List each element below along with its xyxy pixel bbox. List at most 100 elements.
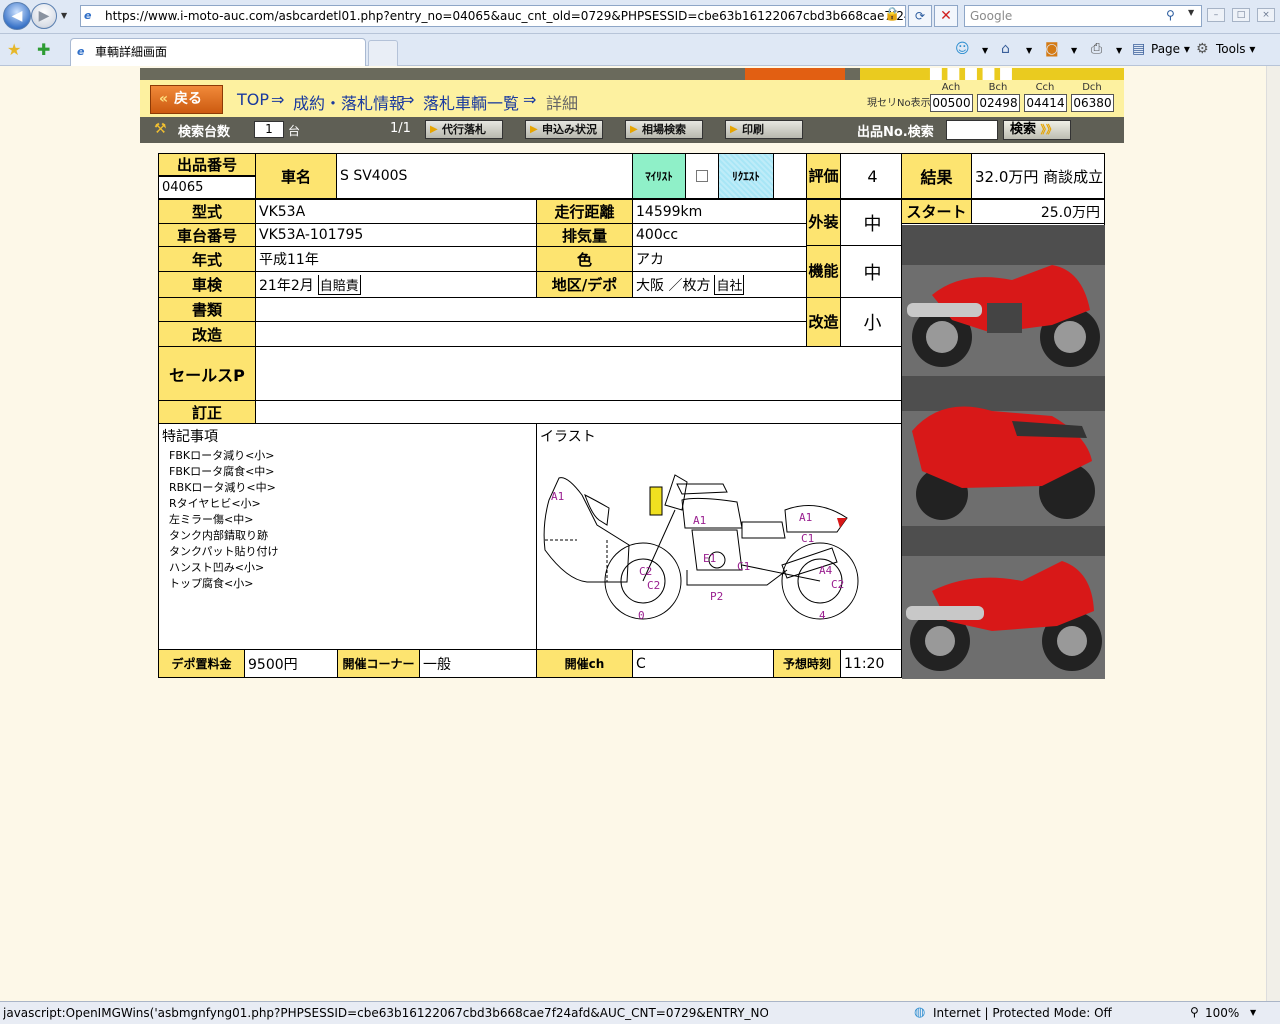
breadcrumb-won-list[interactable]: 落札車輌一覧 [423, 90, 519, 114]
tab-vehicle-detail[interactable]: e 車輌詳細画面 [70, 38, 366, 66]
browser-forward-button[interactable]: ▶ [31, 3, 57, 29]
rss-dropdown-icon[interactable]: ▼ [1071, 46, 1077, 55]
new-tab-button[interactable] [368, 40, 398, 66]
search-dropdown-icon[interactable]: ▼ [1188, 8, 1194, 17]
navigation-bar: «戻る TOP ⇒ 成約・落札情報 ⇒ 落札車輌一覧 ⇒ 詳細 現セリNo表示 … [140, 80, 1124, 117]
breadcrumb-contract-info[interactable]: 成約・落札情報 [293, 90, 405, 114]
function-value: 中 [840, 245, 902, 298]
security-zone[interactable]: Internet | Protected Mode: Off [933, 1006, 1112, 1020]
rear-wheel-number: 4 [819, 609, 826, 622]
inspection-label: 車検 [158, 271, 256, 298]
zoom-dropdown-icon[interactable]: ▼ [1250, 1008, 1256, 1017]
sales-point-label: セールスP [158, 346, 256, 401]
name-label: 車名 [255, 153, 337, 199]
vertical-scrollbar[interactable] [1266, 66, 1280, 1001]
docs-label: 書類 [158, 297, 256, 322]
maximize-icon[interactable]: □ [1232, 8, 1250, 22]
remark-item: トップ腐食<小> [169, 577, 254, 590]
status-text: javascript:OpenIMGWins('asbmgnfyng01.php… [3, 1006, 768, 1020]
home-icon[interactable]: ⌂ [1001, 41, 1010, 57]
search-count-unit: 台 [288, 124, 301, 138]
mylist-checkbox[interactable] [696, 170, 708, 182]
request-label[interactable]: ﾘｸｴｽﾄ [718, 153, 774, 199]
triangle-icon: ▶ [630, 124, 638, 135]
search-count-value: 1 [254, 121, 284, 138]
region-value: 大阪 ／枚方 自社 [632, 271, 807, 298]
ie-tab-icon: e [77, 45, 85, 58]
mileage-label: 走行距離 [536, 199, 633, 224]
proxy-bid-button[interactable]: ▶ 代行落札 [425, 120, 503, 139]
remark-item: Rタイヤヒビ<小> [169, 497, 261, 510]
refresh-button[interactable]: ⟳ [908, 5, 932, 27]
modified-rating-label: 改造 [806, 297, 841, 347]
page-icon[interactable]: ▤ [1132, 41, 1145, 57]
stop-button[interactable]: ✕ [934, 5, 958, 27]
hammer-icon: ⚒ [154, 121, 167, 137]
search-icon[interactable]: ⚲ [1166, 8, 1175, 22]
region-label: 地区/デポ [536, 271, 633, 298]
modified-rating-value: 小 [840, 297, 902, 347]
zoom-level[interactable]: 100% [1205, 1006, 1239, 1020]
print-dropdown-icon[interactable]: ▼ [1116, 46, 1122, 55]
back-button[interactable]: «戻る [150, 85, 223, 114]
home-dropdown-icon[interactable]: ▼ [1026, 46, 1032, 55]
damage-mark-a1-front: A1 [551, 490, 564, 503]
favorites-star-icon[interactable]: ★ [7, 40, 21, 59]
frame-label: 車台番号 [158, 223, 256, 247]
exterior-value: 中 [840, 199, 902, 246]
mileage-value: 14599km [632, 199, 807, 224]
current-no-label: 現セリNo表示 [867, 98, 931, 109]
entry-no-search-label: 出品No.検索 [857, 125, 934, 140]
history-dropdown-icon[interactable]: ▼ [61, 11, 67, 20]
damage-mark-a4-muffler: A4 [819, 564, 833, 577]
bike-damage-diagram: A1 A1 A1 C1 E1 C1 A4 C2 C2 C2 P2 0 4 [543, 474, 859, 622]
handlebar [676, 483, 728, 495]
swingarm [741, 564, 821, 582]
entry-no-value: 04065 [158, 176, 256, 199]
entry-search-button[interactable]: 検索 》》 [1003, 120, 1071, 140]
front-fork-top [664, 474, 688, 511]
color-value: アカ [632, 246, 807, 272]
rss-icon[interactable]: ◙ [1045, 41, 1059, 57]
vehicle-detail-table: 出品番号 04065 車名 S SV400S ﾏｲﾘｽﾄ ﾘｸｴｽﾄ 評価 4 … [158, 153, 1105, 679]
remark-item: RBKロータ減り<中> [169, 481, 276, 494]
print-button[interactable]: ▶ 印刷 [725, 120, 803, 139]
vehicle-photo-1[interactable] [902, 225, 1105, 376]
entry-no-label: 出品番号 [158, 153, 256, 176]
breadcrumb-top[interactable]: TOP [237, 90, 269, 109]
tools-menu[interactable]: Tools ▾ [1216, 42, 1255, 56]
print-icon[interactable]: ⎙ [1091, 41, 1102, 57]
ch-b-value: 02498 [977, 94, 1020, 112]
market-search-button[interactable]: ▶ 相場検索 [625, 120, 703, 139]
double-chevron-left-icon: « [159, 91, 169, 107]
feeds-icon[interactable]: ☺ [955, 41, 970, 57]
banner-title-graphic: ▇▇▇▇▇ [930, 68, 1018, 80]
remarks-list: FBKロータ減り<小> FBKロータ腐食<中> RBKロータ減り<中> Rタイヤヒビ<… [159, 448, 536, 592]
ch-c-label: Cch [1035, 82, 1055, 93]
add-favorites-icon[interactable]: ✚ [37, 40, 50, 59]
application-status-button[interactable]: ▶ 申込み状況 [525, 120, 603, 139]
browser-back-button[interactable]: ◀ [3, 2, 31, 30]
front-wheel-number: 0 [638, 609, 645, 622]
motorcycle-photo-right-side [902, 225, 1105, 376]
gear-icon[interactable]: ⚙ [1196, 41, 1209, 57]
vehicle-photo-2[interactable] [902, 376, 1105, 526]
ch-b-label: Bch [988, 82, 1008, 93]
vehicle-photo-3[interactable] [902, 526, 1105, 679]
damage-mark-c2-front: C2 [639, 565, 652, 578]
url-input[interactable]: e https://www.i-moto-auc.com/asbcardetl0… [80, 5, 906, 27]
close-icon[interactable]: × [1257, 8, 1275, 22]
triangle-icon: ▶ [530, 124, 538, 135]
page-menu[interactable]: Page ▾ [1151, 42, 1190, 56]
tab-title: 車輌詳細画面 [95, 45, 168, 59]
lock-icon[interactable]: 🔒 [884, 8, 900, 22]
entry-no-search-input[interactable] [946, 120, 998, 140]
mylist-label[interactable]: ﾏｲﾘｽﾄ [632, 153, 686, 199]
engine-outline [691, 529, 743, 571]
tool-bar: ⚒ 検索台数 1 台 1/1 ▶ 代行落札 ▶ 申込み状況 ▶ 相場検索 ▶ 印刷 出品… [140, 117, 1124, 143]
correction-label: 訂正 [158, 400, 256, 424]
minimize-icon[interactable]: – [1207, 8, 1225, 22]
breadcrumb-current: 詳細 [546, 94, 579, 113]
time-value: 11:20 [840, 649, 902, 678]
feeds-dropdown-icon[interactable]: ▼ [982, 46, 988, 55]
